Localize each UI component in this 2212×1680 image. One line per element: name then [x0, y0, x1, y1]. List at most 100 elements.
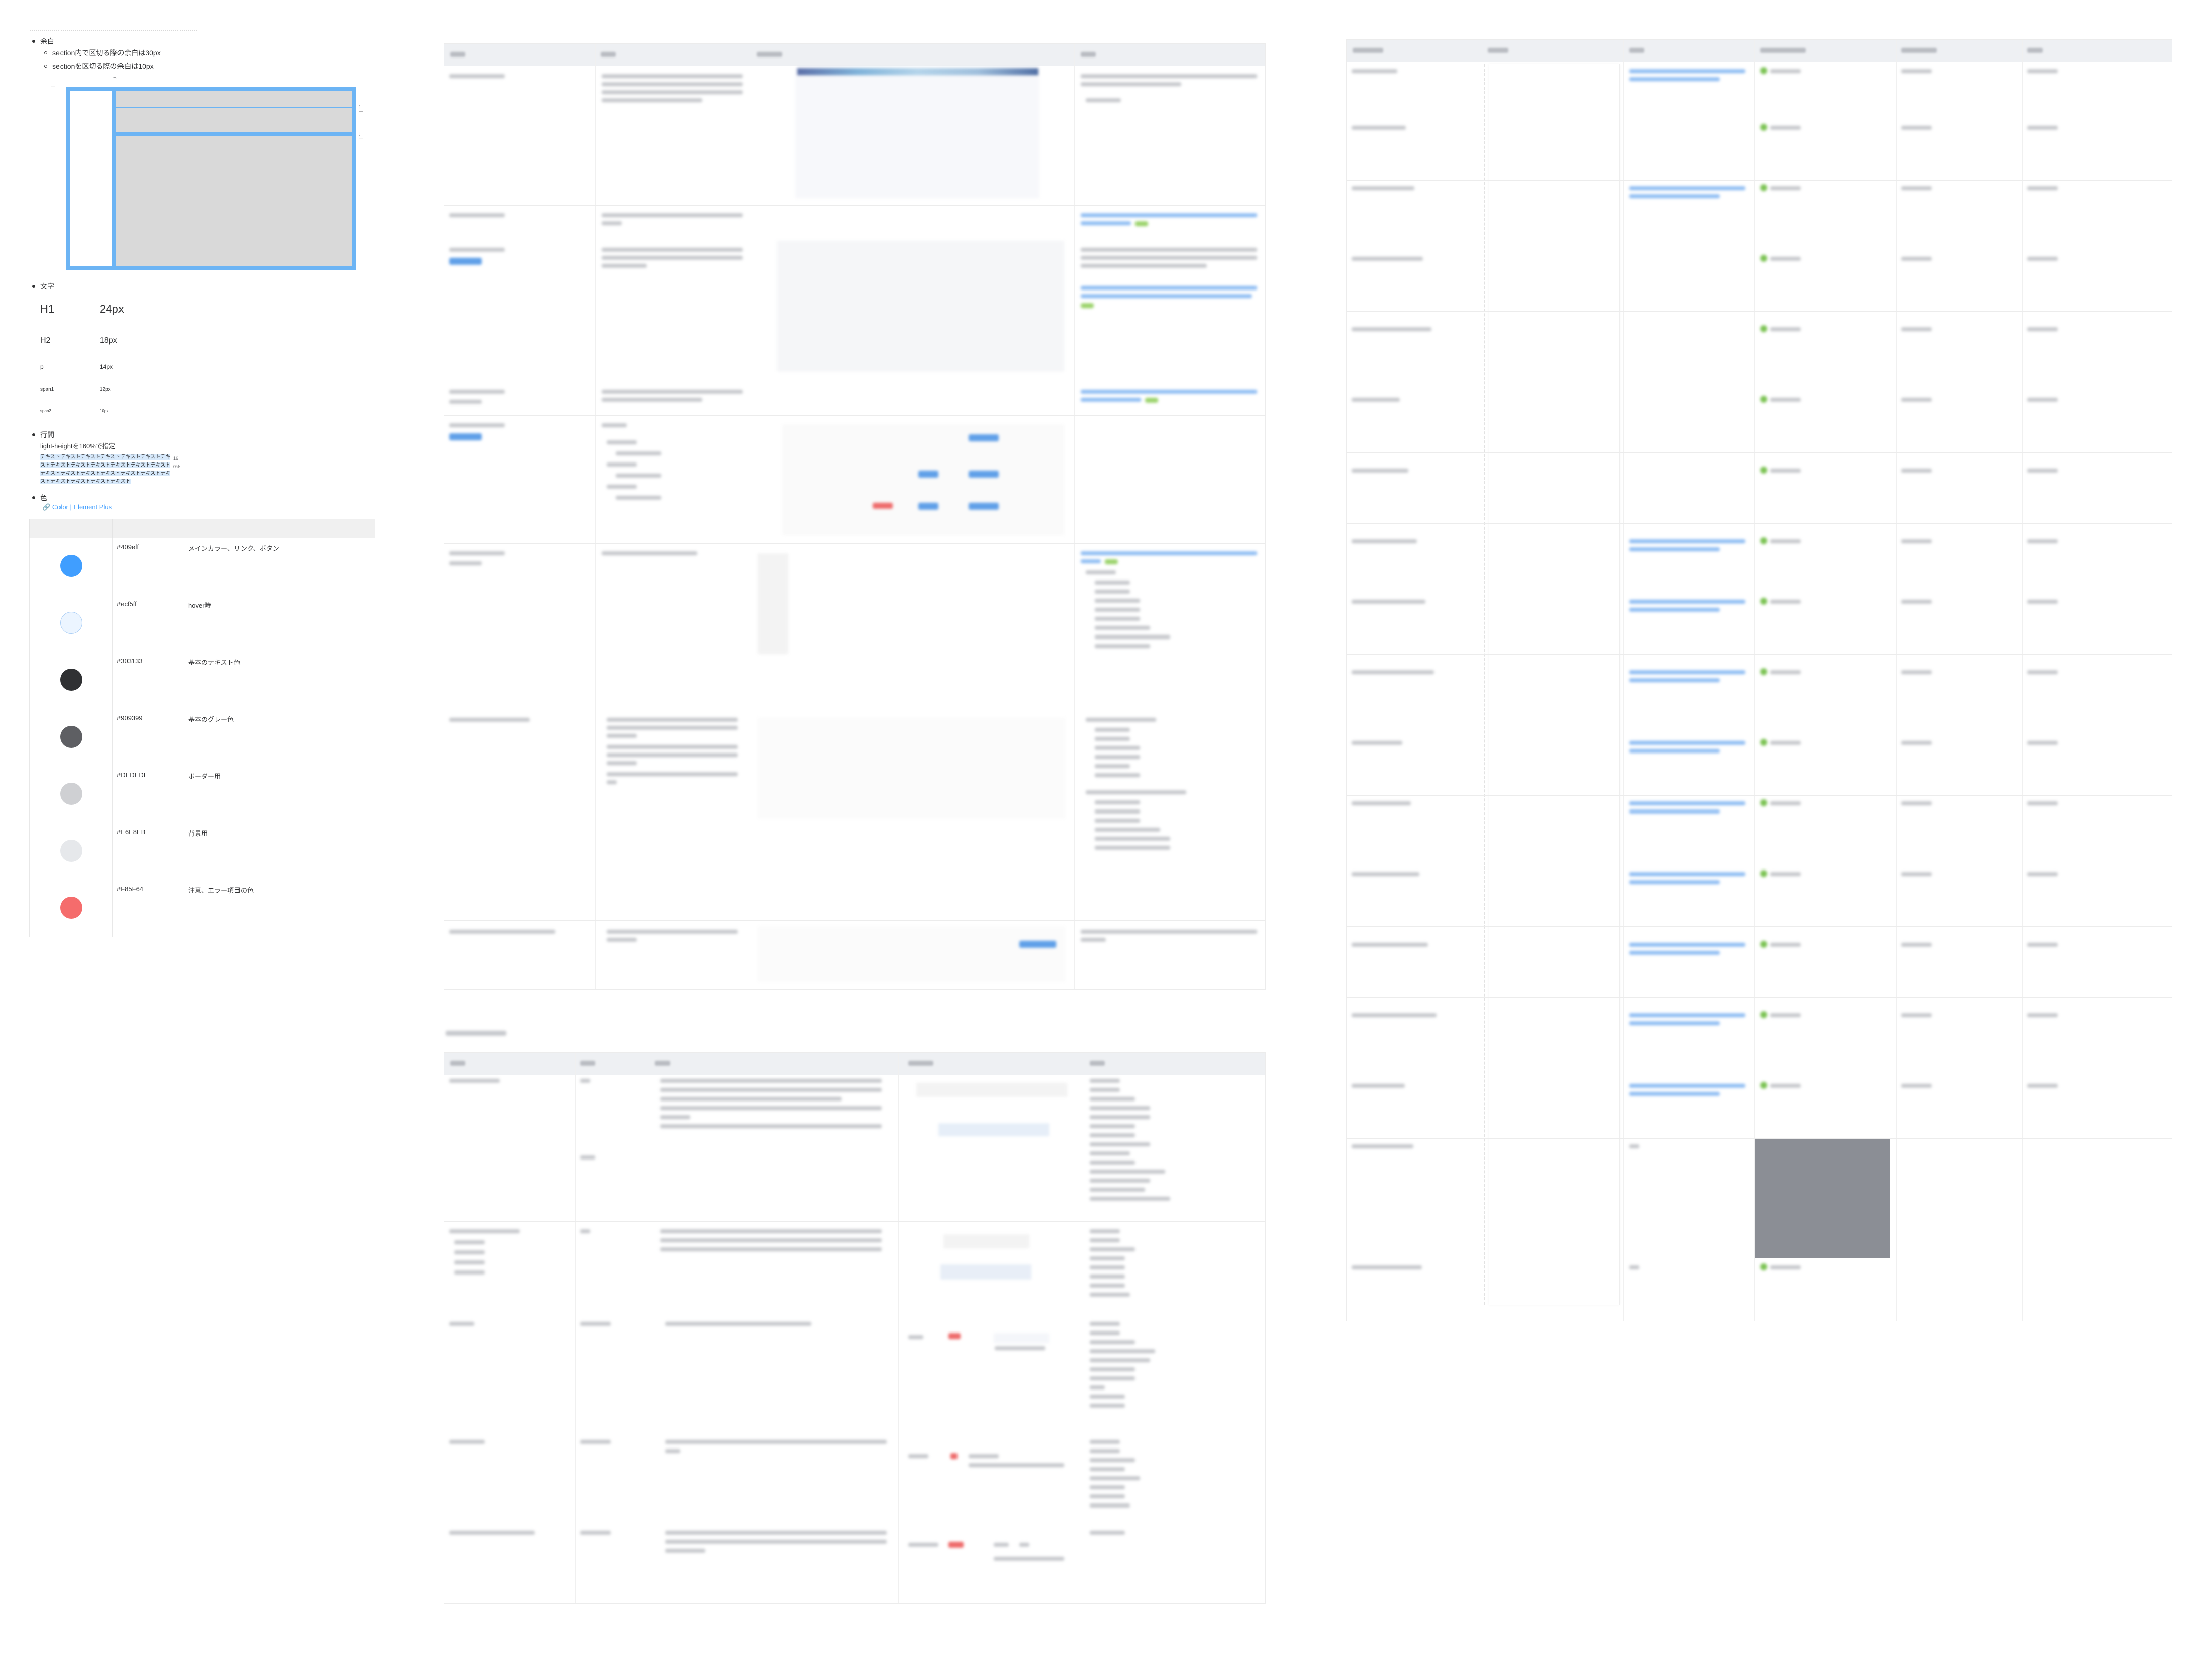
typography-heading: 文字 — [29, 281, 382, 292]
type-label: span1 — [40, 386, 54, 392]
blurred-cell — [1629, 547, 1720, 551]
blurred-cell — [1760, 67, 1767, 74]
row-divider — [1347, 1138, 2172, 1139]
spacing-tick-left: — — [51, 84, 55, 88]
blurred-cell — [1760, 1011, 1767, 1018]
blurred-cell — [1901, 872, 1932, 876]
blurred-cell — [1901, 943, 1932, 947]
blurred-cell — [1629, 69, 1745, 73]
blurred-cell — [1901, 469, 1932, 473]
blurred-cell — [1352, 741, 1402, 745]
blurred-cell — [1770, 1013, 1801, 1017]
blurred-cell — [1760, 799, 1767, 806]
color-swatch — [60, 668, 82, 691]
spacing-diagram-guide — [116, 107, 352, 108]
blurred-cell — [1629, 741, 1745, 745]
blurred-cell — [1770, 741, 1801, 745]
table-header — [444, 44, 1265, 66]
blurred-cell — [1770, 398, 1801, 402]
type-row-span1: span1 12px — [29, 378, 382, 400]
color-hex: #303133 — [112, 652, 184, 709]
blurred-cell — [2027, 600, 2058, 604]
type-label: H2 — [40, 336, 51, 345]
color-desc: メインカラー、リンク、ボタン — [184, 538, 375, 595]
spacing-item-2: sectionを区切る際の余白は10px — [29, 60, 382, 73]
spacing-item-1: section内で区切る際の余白は30px — [29, 46, 382, 60]
color-row: #F85F64 注意、エラー項目の色 — [29, 880, 375, 937]
blurred-cell — [1760, 870, 1767, 877]
color-desc: 基本のグレー色 — [184, 709, 375, 766]
blurred-cell — [1352, 539, 1417, 543]
color-swatch — [60, 554, 82, 577]
blurred-cell — [1770, 469, 1801, 473]
link-label: Color | Element Plus — [52, 503, 112, 511]
blurred-cell — [1629, 678, 1720, 682]
color-hex: #DEDEDE — [112, 766, 184, 823]
blurred-cell — [1629, 1144, 1639, 1148]
line-height-tag: 160% — [173, 456, 181, 469]
blurred-cell — [1352, 327, 1431, 331]
blurred-cell — [1629, 749, 1720, 753]
color-swatch — [60, 782, 82, 805]
type-row-span2: span2 10px — [29, 400, 382, 421]
blurred-cell — [1760, 1263, 1767, 1270]
element-plus-color-link[interactable]: 🔗 Color | Element Plus — [40, 503, 114, 512]
blurred-cell — [1629, 1013, 1745, 1017]
row-divider — [1347, 654, 2172, 655]
blurred-cell — [2027, 872, 2058, 876]
blurred-cell — [1770, 186, 1801, 190]
blurred-cell — [1352, 69, 1397, 73]
blurred-cell — [2027, 670, 2058, 674]
blurred-cell — [1760, 467, 1767, 474]
page-list-table — [1346, 39, 2172, 1321]
blurred-cell — [1901, 670, 1932, 674]
type-row-h2: H2 18px — [29, 327, 382, 355]
blurred-cell — [2027, 539, 2058, 543]
blurred-cell — [1901, 801, 1932, 805]
blurred-cell — [1760, 325, 1767, 332]
placeholder-image — [1755, 1139, 1890, 1258]
color-desc: 注意、エラー項目の色 — [184, 880, 375, 937]
blurred-cell — [1352, 943, 1428, 947]
table-header — [1347, 40, 2172, 62]
blurred-cell — [1770, 872, 1801, 876]
line-height-heading: 行間 — [29, 430, 382, 440]
blurred-cell — [1352, 257, 1423, 261]
blurred-cell — [1901, 126, 1932, 130]
line-height-note: light-heightを160%で指定 — [40, 442, 115, 450]
blurred-cell — [1770, 943, 1801, 947]
blurred-cell — [1352, 469, 1408, 473]
blurred-cell — [2027, 741, 2058, 745]
type-label: span2 — [40, 408, 51, 413]
blurred-cell — [1352, 186, 1414, 190]
blurred-cell — [1901, 69, 1932, 73]
blurred-cell — [1770, 539, 1801, 543]
blurred-cell — [1770, 69, 1801, 73]
color-desc: hover時 — [184, 595, 375, 652]
blurred-cell — [1770, 600, 1801, 604]
color-desc: 基本のテキスト色 — [184, 652, 375, 709]
blurred-cell — [1901, 398, 1932, 402]
blurred-cell — [1760, 124, 1767, 131]
blurred-cell — [1901, 186, 1932, 190]
blurred-cell — [1901, 741, 1932, 745]
spacing-diagram-sidebar — [66, 87, 116, 270]
line-height-sample-text: テキストテキストテキストテキストテキストテキストテキストテキストテキストテキスト… — [40, 454, 171, 484]
blurred-cell — [1901, 539, 1932, 543]
type-row-p: p 14px — [29, 355, 382, 378]
blurred-cell — [1629, 194, 1720, 198]
blurred-cell — [1352, 600, 1425, 604]
type-label: H1 — [40, 303, 55, 315]
section-title — [446, 1031, 506, 1036]
blurred-cell — [1901, 600, 1932, 604]
component-spec-table — [444, 43, 1266, 990]
blurred-cell — [2027, 801, 2058, 805]
type-size: 14px — [100, 363, 113, 370]
blurred-cell — [1629, 872, 1745, 876]
blurred-cell — [1629, 77, 1720, 81]
blurred-cell — [2027, 327, 2058, 331]
blurred-cell — [2027, 186, 2058, 190]
blurred-cell — [1629, 608, 1720, 612]
blurred-cell — [1770, 327, 1801, 331]
blurred-cell — [2027, 126, 2058, 130]
